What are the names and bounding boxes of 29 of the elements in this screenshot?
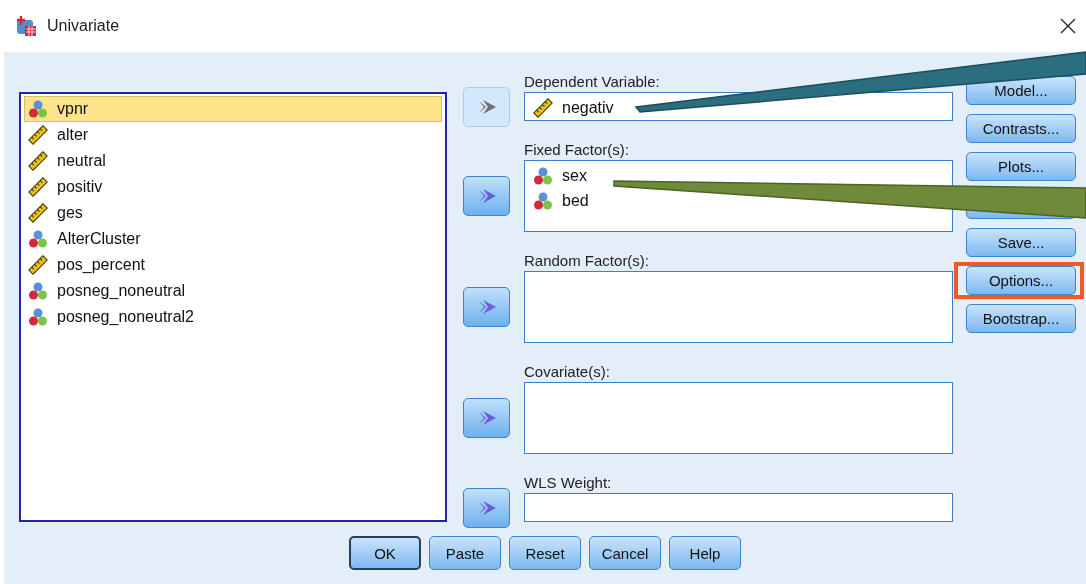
field-label: Covariate(s): [524, 362, 611, 382]
dialog-button[interactable]: Bootstrap... [966, 304, 1076, 333]
dialog-button[interactable]: Save... [966, 228, 1076, 257]
dialog-button[interactable]: Reset [509, 536, 581, 570]
variable-item[interactable]: posneg_noneutral2 [24, 304, 442, 330]
dialog-button[interactable]: Help [669, 536, 741, 570]
dialog-button[interactable]: Options... [966, 266, 1076, 295]
variable-name: sex [562, 166, 587, 185]
variable-list[interactable]: vpnr alter neutral positiv ges AlterCluster pos_percent posneg_noneutral posneg_noneutral2 [19, 92, 447, 522]
variable-item[interactable]: posneg_noneutral [24, 278, 442, 304]
variable-item[interactable]: vpnr [24, 96, 442, 122]
variable-item[interactable]: positiv [24, 174, 442, 200]
window-title: Univariate [47, 17, 120, 35]
dialog-button[interactable]: Plots... [966, 152, 1076, 181]
variable-name: bed [562, 191, 589, 210]
variable-item[interactable]: AlterCluster [24, 226, 442, 252]
dialog-button[interactable]: OK [349, 536, 421, 570]
variable-item[interactable]: pos_percent [24, 252, 442, 278]
field-label: Random Factor(s): [524, 251, 651, 271]
field-label: Fixed Factor(s): [524, 140, 630, 160]
variable-item[interactable]: ges [24, 200, 442, 226]
dialog-button[interactable]: Contrasts... [966, 114, 1076, 143]
variable-item[interactable]: alter [24, 122, 442, 148]
variable-item[interactable]: neutral [24, 148, 442, 174]
dialog-button[interactable]: Paste [429, 536, 501, 570]
field-label: Dependent Variable: [524, 72, 661, 92]
variable-name: negativ [562, 98, 614, 117]
field-label: WLS Weight: [524, 473, 613, 493]
dialog-button[interactable]: Cancel [589, 536, 661, 570]
